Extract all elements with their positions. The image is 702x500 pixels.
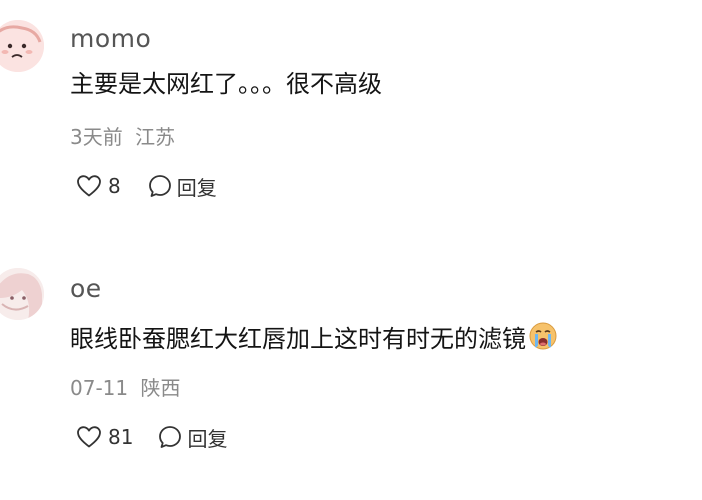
- comment-text-body: 眼线卧蚕腮红大红唇加上这时有时无的滤镜: [70, 325, 526, 353]
- comment-item: oe 眼线卧蚕腮红大红唇加上这时有时无的滤镜 07-11 陕西 81 回复: [0, 250, 702, 500]
- like-count: 81: [108, 425, 134, 449]
- avatar[interactable]: [0, 268, 44, 320]
- heart-icon: [77, 426, 101, 448]
- comment-meta: 3天前 江苏: [70, 127, 175, 147]
- comment-meta: 07-11 陕西: [70, 378, 180, 398]
- username[interactable]: oe: [70, 276, 102, 301]
- comment-time: 07-11: [70, 376, 129, 400]
- anime-girl-avatar-icon: [0, 268, 44, 320]
- reply-button[interactable]: 回复: [157, 423, 227, 452]
- like-button[interactable]: 81: [76, 425, 133, 449]
- comment-actions: 81 回复: [76, 423, 227, 451]
- comment-text: 眼线卧蚕腮红大红唇加上这时有时无的滤镜: [70, 321, 558, 355]
- like-button[interactable]: 8: [76, 174, 121, 198]
- comment-actions: 8 回复: [76, 172, 217, 200]
- comment-time: 3天前: [70, 125, 123, 149]
- avatar[interactable]: [0, 20, 44, 72]
- username[interactable]: momo: [70, 26, 151, 51]
- speech-bubble-icon: [148, 175, 171, 197]
- comment-location: 江苏: [135, 125, 176, 149]
- comment-item: momo 主要是太网红了。。。很不高级 3天前 江苏 8 回复: [0, 0, 702, 250]
- reply-label: 回复: [187, 426, 228, 451]
- comment-location: 陕西: [140, 376, 181, 400]
- like-count: 8: [108, 174, 121, 198]
- comment-text: 主要是太网红了。。。很不高级: [70, 70, 382, 98]
- reply-button[interactable]: 回复: [147, 172, 217, 201]
- cartoon-face-avatar-icon: [0, 20, 44, 72]
- reply-label: 回复: [176, 175, 217, 200]
- heart-icon: [77, 175, 101, 197]
- crying-face-icon: [528, 321, 558, 355]
- speech-bubble-icon: [159, 426, 182, 448]
